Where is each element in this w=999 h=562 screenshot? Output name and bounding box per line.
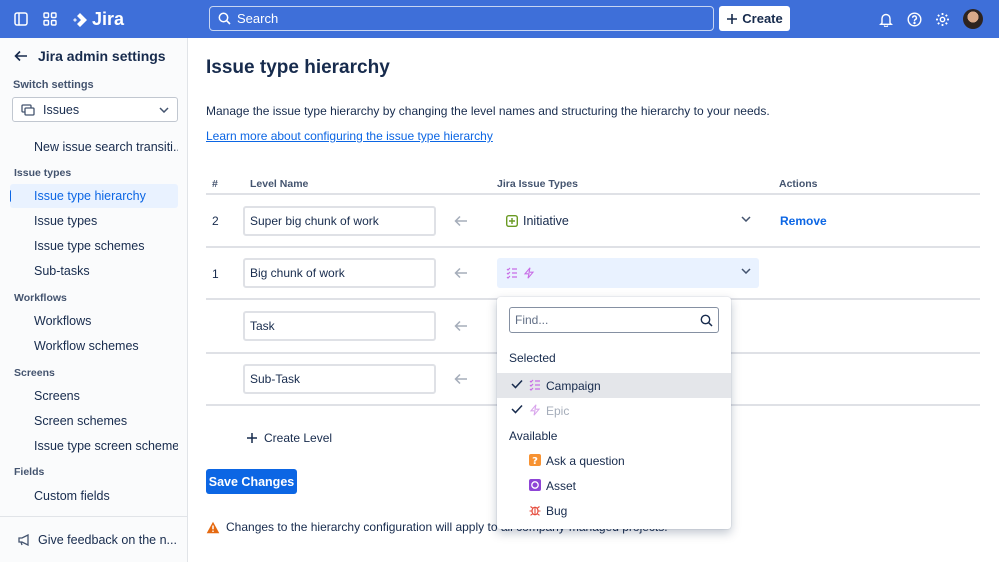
top-navigation: Jira Search Create	[0, 0, 999, 38]
sidebar: Jira admin settings Switch settings Issu…	[0, 38, 188, 562]
create-button[interactable]: Create	[719, 6, 790, 31]
arrow-left-icon	[454, 215, 467, 227]
asset-icon	[529, 479, 541, 491]
sidebar-item-issue-type-schemes[interactable]: Issue type schemes	[10, 234, 178, 258]
column-header-actions: Actions	[779, 178, 818, 190]
level-name-input[interactable]: Task	[243, 311, 436, 341]
option-campaign[interactable]: Campaign	[497, 373, 731, 398]
row-divider	[206, 246, 980, 248]
search-icon	[218, 12, 231, 25]
option-ask-a-question[interactable]: ? Ask a question	[497, 448, 731, 473]
issues-icon	[21, 103, 35, 116]
campaign-icon	[529, 379, 540, 391]
header-divider	[206, 193, 980, 195]
column-header-num: #	[212, 178, 218, 190]
search-placeholder: Search	[237, 11, 279, 26]
settings-gear-icon[interactable]	[934, 11, 950, 27]
sidebar-header: Jira admin settings	[14, 48, 166, 64]
sidebar-toggle-icon[interactable]	[13, 11, 29, 27]
sidebar-item-workflow-schemes[interactable]: Workflow schemes	[10, 334, 178, 358]
search-icon	[700, 314, 713, 327]
arrow-left-icon	[454, 267, 467, 279]
question-icon: ?	[529, 454, 541, 466]
sidebar-section-issue-types: Issue types	[14, 167, 72, 179]
arrow-left-icon	[454, 320, 467, 332]
issue-type-select[interactable]: Initiative	[497, 206, 759, 236]
sidebar-section-fields: Fields	[14, 466, 45, 478]
level-name-input[interactable]: Super big chunk of work	[243, 206, 436, 236]
sidebar-item-screens[interactable]: Screens	[10, 384, 178, 408]
chevron-down-icon	[741, 268, 751, 274]
check-icon	[511, 379, 523, 389]
issue-type-select-open[interactable]	[497, 258, 759, 288]
switch-settings-label: Switch settings	[13, 79, 94, 91]
level-name-input[interactable]: Sub-Task	[243, 364, 436, 394]
option-bug[interactable]: Bug	[497, 498, 731, 523]
sidebar-item-custom-fields[interactable]: Custom fields	[10, 484, 178, 508]
selected-group-label: Selected	[509, 351, 556, 365]
notifications-bell-icon[interactable]	[878, 11, 894, 27]
column-header-level-name: Level Name	[250, 178, 309, 190]
megaphone-icon	[18, 533, 29, 546]
sidebar-item-issue-types[interactable]: Issue types	[10, 209, 178, 233]
issue-type-dropdown: Find... Selected Campaign Epic Available…	[497, 297, 731, 529]
jira-logo-icon	[73, 12, 87, 27]
sidebar-item-issue-type-hierarchy[interactable]: Issue type hierarchy	[10, 184, 178, 208]
option-epic[interactable]: Epic	[497, 398, 731, 423]
sidebar-item-screen-schemes[interactable]: Screen schemes	[10, 409, 178, 433]
learn-more-link[interactable]: Learn more about configuring the issue t…	[206, 129, 493, 143]
check-icon	[511, 404, 523, 414]
warning-icon	[206, 521, 220, 533]
jira-logo[interactable]: Jira	[72, 9, 124, 30]
page-description: Manage the issue type hierarchy by chang…	[206, 104, 770, 118]
search-input[interactable]: Search	[209, 6, 714, 31]
campaign-icon	[506, 267, 517, 279]
level-name-input[interactable]: Big chunk of work	[243, 258, 436, 288]
sidebar-item-issue-type-screen-schemes[interactable]: Issue type screen schemes	[10, 434, 178, 458]
chevron-down-icon	[741, 216, 751, 222]
page-title: Issue type hierarchy	[206, 57, 390, 78]
back-arrow-icon[interactable]	[14, 50, 28, 62]
option-asset[interactable]: Asset	[497, 473, 731, 498]
plus-icon	[247, 433, 257, 443]
available-group-label: Available	[509, 429, 558, 443]
sidebar-item-new-issue-search[interactable]: New issue search transiti...	[10, 135, 178, 159]
arrow-left-icon	[454, 373, 467, 385]
row-number: 2	[212, 214, 219, 228]
bug-icon	[529, 506, 541, 516]
give-feedback-button[interactable]: Give feedback on the n...	[0, 516, 187, 562]
chevron-down-icon	[159, 106, 169, 113]
epic-icon	[529, 404, 541, 416]
create-level-button[interactable]: Create Level	[246, 431, 332, 445]
save-changes-button[interactable]: Save Changes	[206, 469, 297, 494]
user-avatar[interactable]	[963, 9, 983, 29]
row-number: 1	[212, 267, 219, 281]
settings-switcher-select[interactable]: Issues	[12, 97, 178, 122]
find-input[interactable]: Find...	[509, 307, 719, 333]
remove-level-button[interactable]: Remove	[780, 214, 827, 228]
sidebar-title: Jira admin settings	[38, 48, 166, 64]
plus-icon	[727, 13, 738, 24]
help-icon[interactable]	[906, 11, 922, 27]
svg-text:?: ?	[532, 456, 538, 466]
column-header-issue-types: Jira Issue Types	[497, 178, 578, 190]
epic-icon	[523, 267, 535, 279]
sidebar-section-workflows: Workflows	[14, 292, 67, 304]
app-switcher-icon[interactable]	[42, 11, 58, 27]
initiative-icon	[506, 215, 518, 227]
app-name: Jira	[92, 9, 125, 29]
sidebar-item-workflows[interactable]: Workflows	[10, 309, 178, 333]
sidebar-item-sub-tasks[interactable]: Sub-tasks	[10, 259, 178, 283]
sidebar-section-screens: Screens	[14, 367, 55, 379]
